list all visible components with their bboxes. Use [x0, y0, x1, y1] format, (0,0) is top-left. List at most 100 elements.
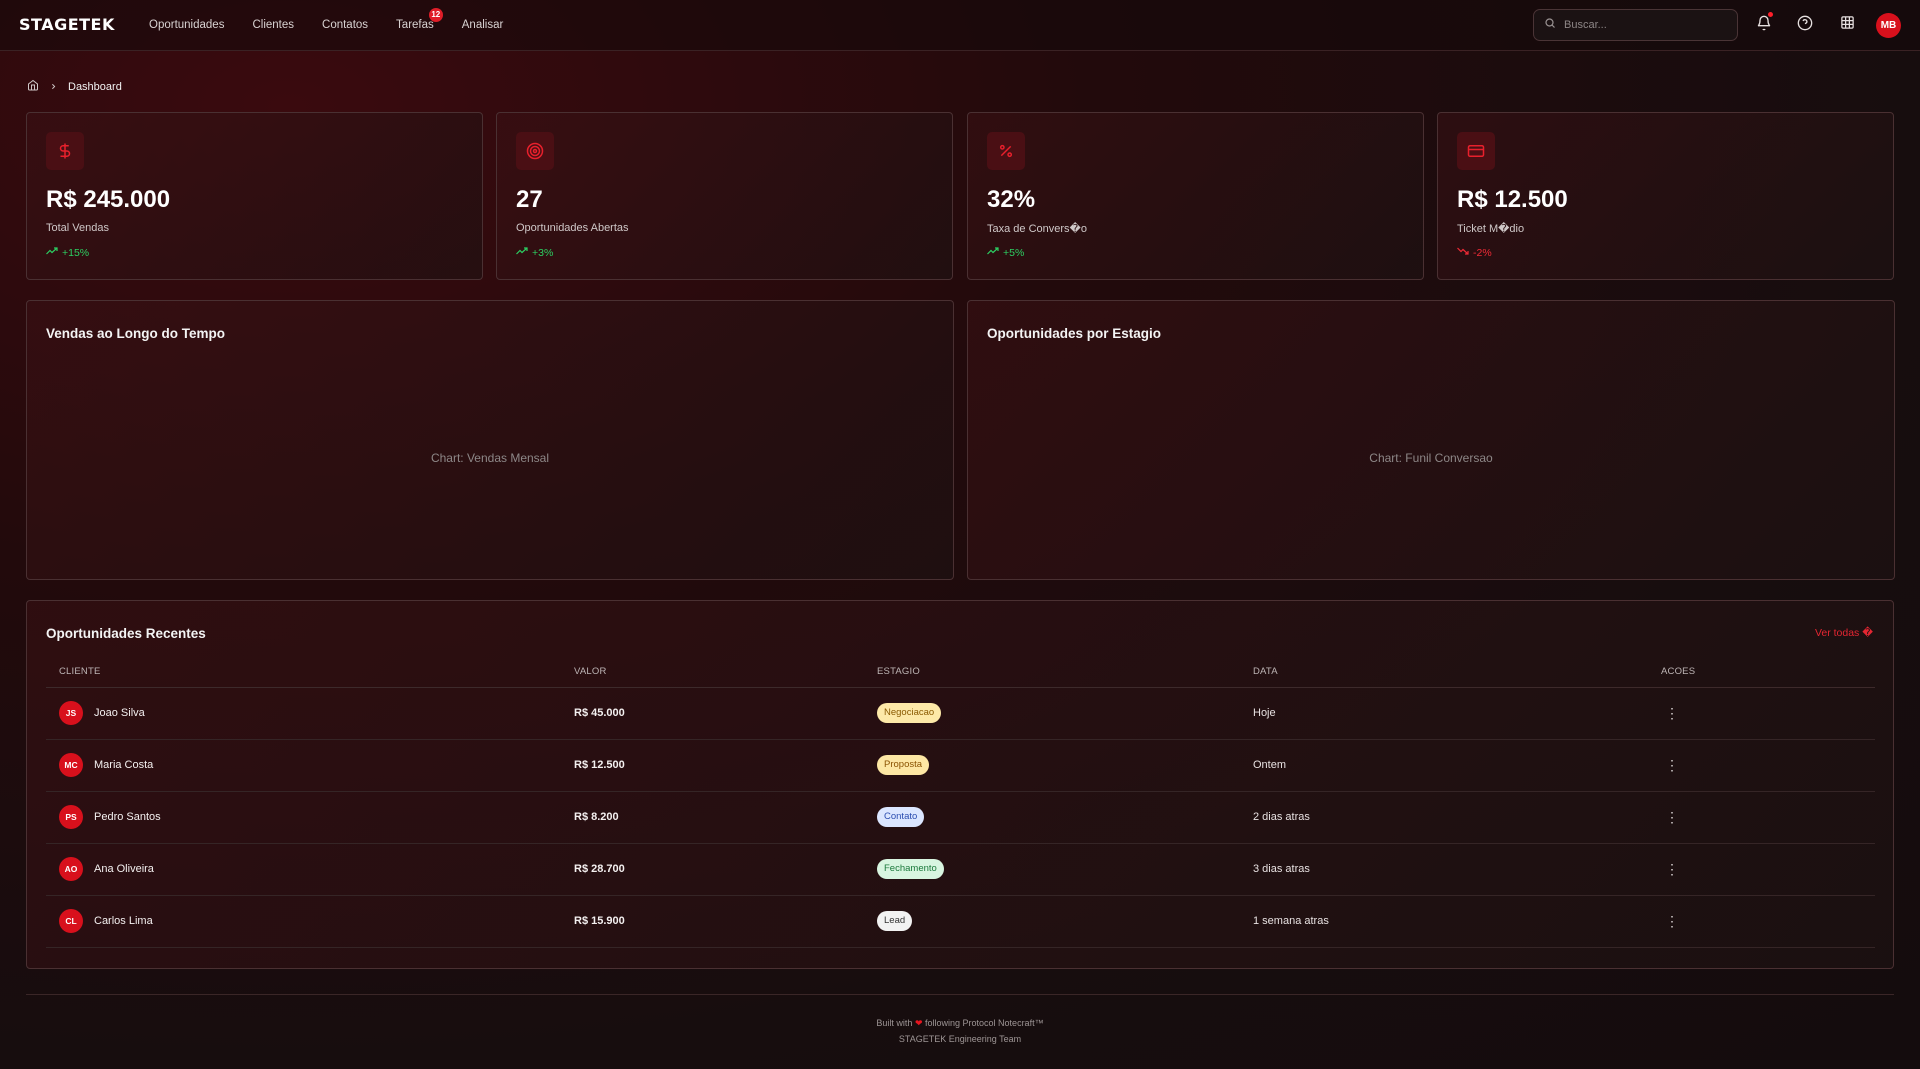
target-icon	[516, 132, 554, 170]
kpi-label: Taxa de Convers�o	[987, 223, 1087, 235]
column-header-estagio[interactable]: ESTAGIO	[864, 657, 1240, 688]
trend-up-icon	[46, 246, 58, 259]
cell-client: CL Carlos Lima	[46, 895, 561, 948]
cell-stage: Fechamento	[864, 843, 1240, 896]
chart-placeholder: Chart: Funil Conversao	[1369, 451, 1493, 465]
nav-item-clientes[interactable]: Clientes	[252, 19, 294, 31]
help-button[interactable]	[1795, 15, 1815, 35]
cell-client: PS Pedro Santos	[46, 791, 561, 844]
main-nav: Oportunidades Clientes Contatos Tarefas …	[149, 8, 531, 31]
kpi-change: -2%	[1457, 246, 1492, 259]
search-input[interactable]	[1564, 19, 1724, 31]
grid-icon	[1840, 15, 1855, 35]
client-avatar: JS	[59, 701, 83, 725]
cell-value: R$ 8.200	[561, 791, 864, 844]
cell-date: 3 dias atras	[1240, 843, 1648, 896]
app-logo[interactable]: STAGETEK	[19, 15, 115, 34]
cell-date: 2 dias atras	[1240, 791, 1648, 844]
stage-badge: Lead	[877, 911, 913, 931]
nav-item-analisar[interactable]: Analisar	[462, 19, 504, 31]
cell-client: AO Ana Oliveira	[46, 843, 561, 896]
client-name[interactable]: Ana Oliveira	[94, 863, 154, 875]
chart-title: Vendas ao Longo do Tempo	[46, 326, 226, 341]
column-header-cliente[interactable]: CLIENTE	[46, 657, 561, 688]
column-header-data[interactable]: DATA	[1240, 657, 1648, 688]
more-actions-icon[interactable]: ⋮	[1661, 861, 1679, 877]
cell-actions: ⋮	[1648, 791, 1875, 844]
cell-client: JS Joao Silva	[46, 687, 561, 740]
heart-icon: ❤	[914, 1018, 923, 1028]
more-actions-icon[interactable]: ⋮	[1661, 809, 1679, 825]
more-actions-icon[interactable]: ⋮	[1661, 705, 1679, 721]
cell-stage: Lead	[864, 895, 1240, 948]
cell-date: Hoje	[1240, 687, 1648, 740]
client-avatar: AO	[59, 857, 83, 881]
nav-item-tarefas-label: Tarefas	[396, 19, 434, 31]
notifications-button[interactable]	[1754, 12, 1774, 36]
client-name[interactable]: Carlos Lima	[94, 915, 153, 927]
footer-divider	[26, 994, 1894, 995]
nav-item-contatos[interactable]: Contatos	[322, 19, 368, 31]
help-icon	[1797, 15, 1813, 36]
table-title: Oportunidades Recentes	[46, 626, 206, 641]
kpi-value: R$ 245.000	[46, 186, 171, 213]
stage-badge: Contato	[877, 807, 925, 827]
view-all-link[interactable]: Ver todas �	[1815, 627, 1873, 639]
more-actions-icon[interactable]: ⋮	[1661, 757, 1679, 773]
cell-client: MC Maria Costa	[46, 739, 561, 792]
kpi-change: +5%	[987, 246, 1024, 259]
footer-text: following Protocol Notecraft™	[925, 1018, 1044, 1028]
kpi-value: R$ 12.500	[1457, 186, 1568, 213]
client-name[interactable]: Pedro Santos	[94, 811, 161, 823]
client-name[interactable]: Joao Silva	[94, 707, 145, 719]
tasks-count-badge: 12	[428, 8, 443, 22]
kpi-label: Total Vendas	[46, 222, 109, 234]
footer-text: Built with	[876, 1018, 913, 1028]
cell-value: R$ 45.000	[561, 687, 864, 740]
client-name[interactable]: Maria Costa	[94, 759, 153, 771]
notification-dot	[1768, 12, 1773, 17]
table-row[interactable]: AO Ana Oliveira R$ 28.700 Fechamento 3 dias …	[46, 843, 1875, 896]
recent-opportunities-card: Oportunidades Recentes Ver todas � CLIEN…	[26, 600, 1894, 969]
kpi-change: +3%	[516, 246, 553, 259]
percent-icon	[987, 132, 1025, 170]
more-actions-icon[interactable]: ⋮	[1661, 913, 1679, 929]
table-row[interactable]: MC Maria Costa R$ 12.500 Proposta Ontem ⋮	[46, 739, 1875, 792]
kpi-card-total-vendas: R$ 245.000 Total Vendas +15%	[26, 112, 483, 280]
kpi-value: 32%	[987, 186, 1036, 213]
top-navbar: STAGETEK Oportunidades Clientes Contatos…	[0, 0, 1920, 51]
table-row[interactable]: CL Carlos Lima R$ 15.900 Lead 1 semana atras…	[46, 895, 1875, 948]
nav-item-tarefas[interactable]: Tarefas 12	[396, 8, 443, 31]
chart-placeholder: Chart: Vendas Mensal	[430, 451, 550, 465]
stage-badge: Negociacao	[877, 703, 942, 723]
trend-up-icon	[987, 246, 999, 259]
footer-team: STAGETEK Engineering Team	[898, 1034, 1022, 1044]
search-icon	[1544, 16, 1556, 34]
kpi-change-value: +3%	[532, 246, 554, 259]
chart-title: Oportunidades por Estagio	[987, 326, 1162, 341]
kpi-card-ticket-medio: R$ 12.500 Ticket M�dio -2%	[1437, 112, 1894, 280]
stage-badge: Proposta	[877, 755, 930, 775]
cell-actions: ⋮	[1648, 895, 1875, 948]
bell-icon	[1756, 15, 1772, 36]
table-row[interactable]: JS Joao Silva R$ 45.000 Negociacao Hoje ⋮	[46, 687, 1875, 740]
nav-item-oportunidades[interactable]: Oportunidades	[149, 19, 224, 31]
apps-grid-button[interactable]	[1837, 15, 1857, 35]
column-header-acoes: ACOES	[1648, 657, 1875, 688]
cell-date: Ontem	[1240, 739, 1648, 792]
kpi-label: Oportunidades Abertas	[516, 222, 629, 234]
column-header-valor[interactable]: VALOR	[561, 657, 864, 688]
home-icon[interactable]	[27, 78, 39, 96]
opportunities-table: CLIENTE VALOR ESTAGIO DATA ACOES JS Joao …	[46, 657, 1875, 948]
cell-value: R$ 15.900	[561, 895, 864, 948]
cell-date: 1 semana atras	[1240, 895, 1648, 948]
client-avatar: PS	[59, 805, 83, 829]
table-row[interactable]: PS Pedro Santos R$ 8.200 Contato 2 dias atra…	[46, 791, 1875, 844]
kpi-card-taxa-conversao: 32% Taxa de Convers�o +5%	[967, 112, 1424, 280]
user-avatar[interactable]: MB	[1876, 13, 1901, 38]
kpi-card-oportunidades-abertas: 27 Oportunidades Abertas +3%	[496, 112, 953, 280]
cell-value: R$ 12.500	[561, 739, 864, 792]
search-box[interactable]	[1533, 9, 1738, 41]
kpi-change-value: -2%	[1473, 246, 1492, 259]
kpi-change: +15%	[46, 246, 89, 259]
